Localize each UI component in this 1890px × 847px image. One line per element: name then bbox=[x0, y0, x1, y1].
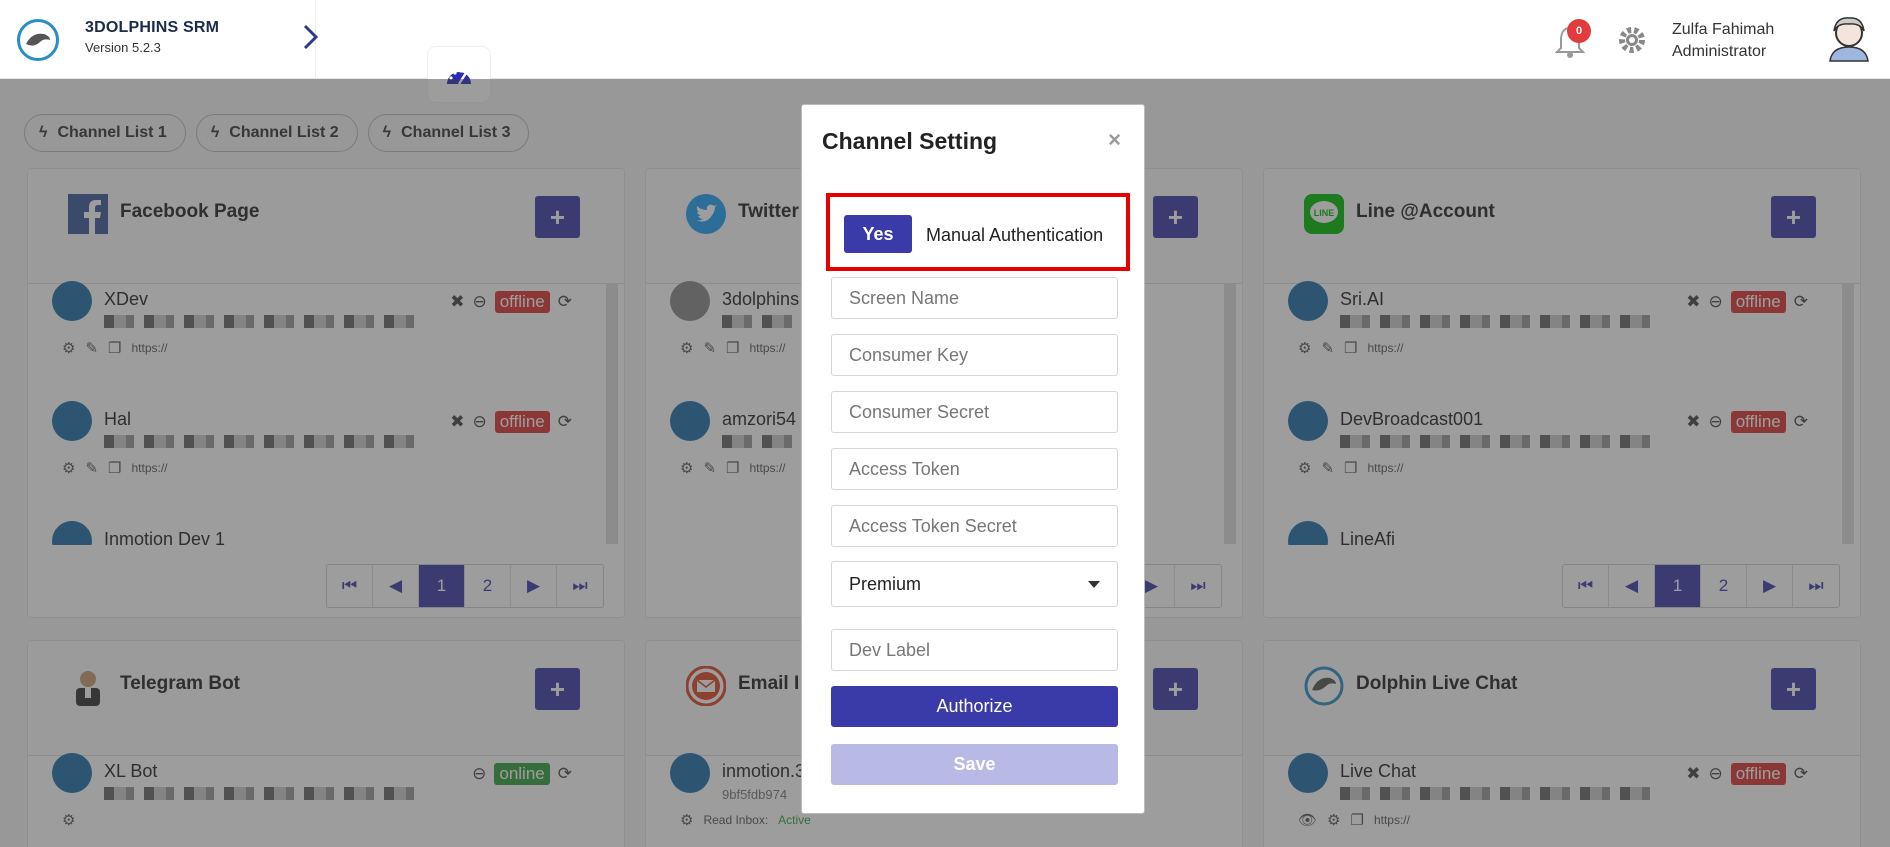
brand-title: 3DOLPHINS SRM bbox=[85, 19, 220, 36]
access-token-input[interactable] bbox=[831, 448, 1118, 490]
tier-selected-value: Premium bbox=[849, 573, 922, 594]
chevron-right-icon[interactable] bbox=[303, 24, 319, 57]
dev-label-input[interactable] bbox=[831, 629, 1118, 671]
gear-icon[interactable] bbox=[1617, 25, 1647, 55]
access-token-secret-input[interactable] bbox=[831, 505, 1118, 547]
top-header: 3DOLPHINS SRM Version 5.2.3 0 Zulfa Fahi… bbox=[0, 0, 1890, 79]
brand: 3DOLPHINS SRM Version 5.2.3 bbox=[85, 19, 219, 55]
channel-setting-modal: Channel Setting × Yes Manual Authenticat… bbox=[801, 104, 1145, 814]
user-name: Zulfa Fahimah bbox=[1672, 21, 1775, 38]
dolphin-logo-icon bbox=[17, 19, 59, 61]
chevron-down-icon bbox=[1088, 580, 1100, 588]
close-icon[interactable]: × bbox=[1108, 127, 1121, 153]
consumer-secret-input[interactable] bbox=[831, 391, 1118, 433]
manual-auth-label: Manual Authentication bbox=[926, 225, 1104, 245]
user-role: Administrator bbox=[1672, 43, 1767, 60]
user-avatar[interactable] bbox=[1826, 15, 1872, 63]
tier-select[interactable]: Premium bbox=[831, 561, 1118, 607]
screen-name-input[interactable] bbox=[831, 277, 1118, 319]
notification-badge: 0 bbox=[1567, 19, 1591, 43]
consumer-key-input[interactable] bbox=[831, 334, 1118, 376]
brand-version: Version 5.2.3 bbox=[85, 40, 161, 55]
authorize-button[interactable]: Authorize bbox=[831, 686, 1118, 727]
manual-auth-toggle-button[interactable]: Yes bbox=[844, 215, 912, 253]
modal-title: Channel Setting bbox=[822, 128, 998, 154]
save-button[interactable]: Save bbox=[831, 744, 1118, 785]
manual-auth-highlight: Yes Manual Authentication bbox=[826, 193, 1130, 271]
